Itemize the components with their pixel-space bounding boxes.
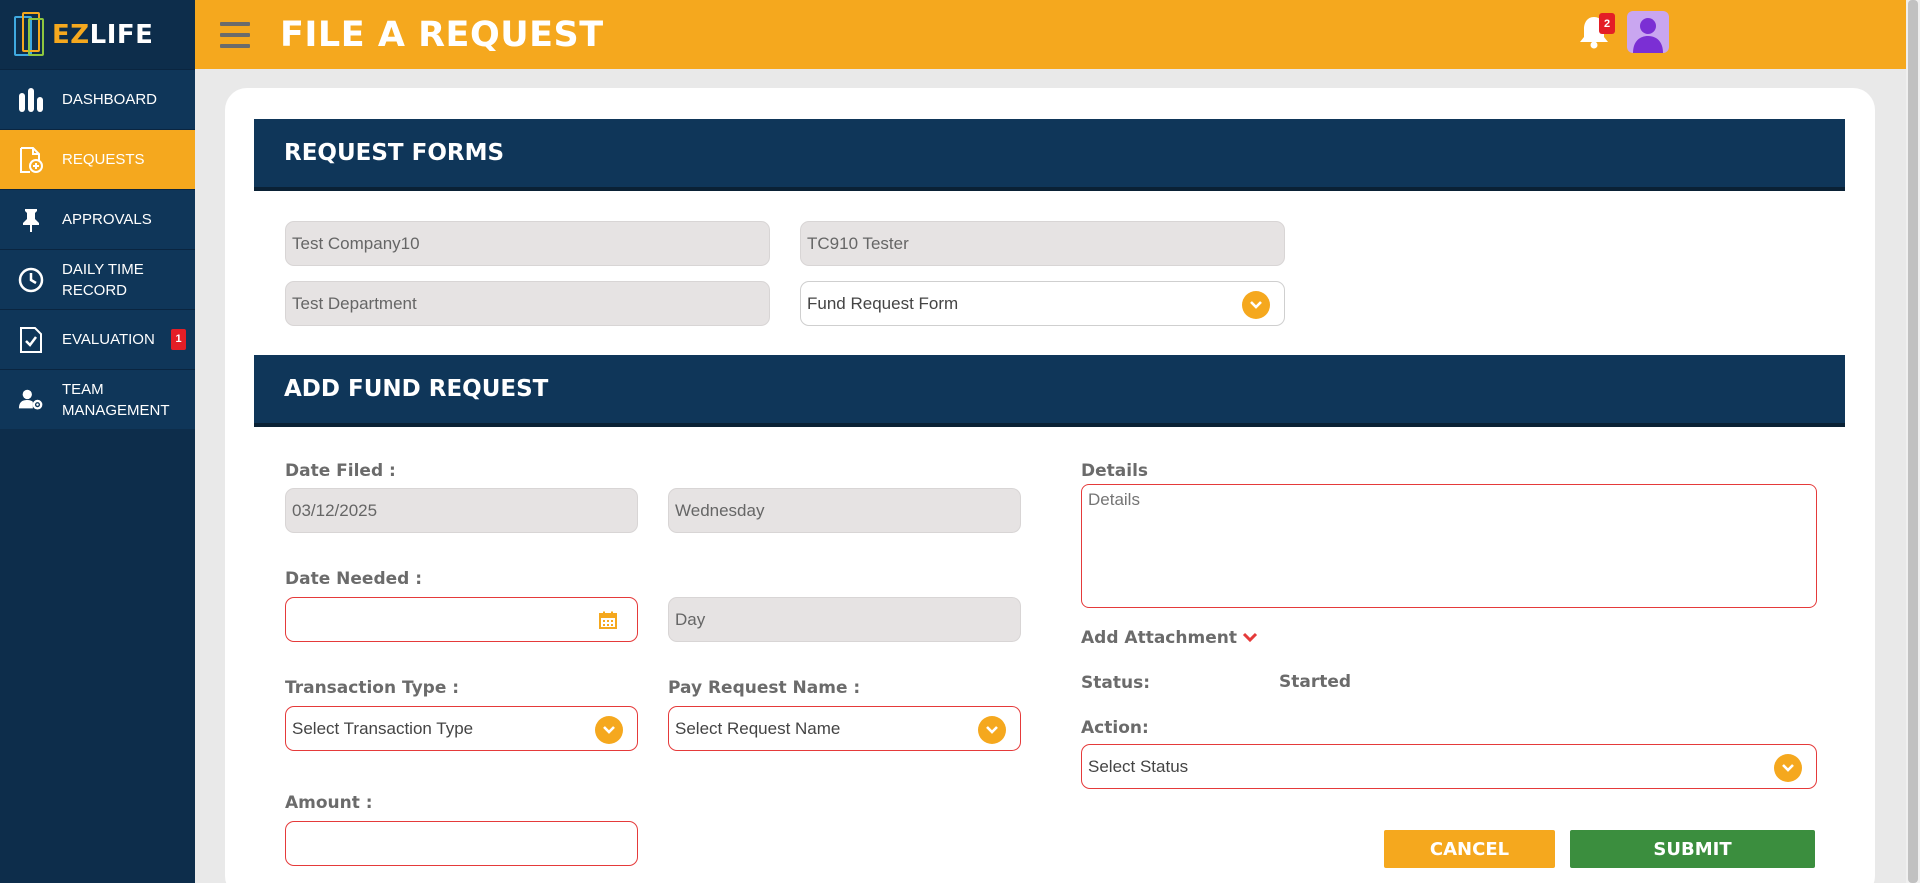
request-form-card: REQUEST FORMS Test Company10 TC910 Teste… [225, 88, 1875, 883]
date-needed-label: Date Needed : [285, 569, 423, 589]
evaluation-badge: 1 [171, 329, 186, 350]
form-type-value: Fund Request Form [807, 293, 959, 313]
page-title: FILE A REQUEST [280, 14, 604, 55]
clock-icon [18, 266, 44, 294]
date-needed-day-field: Day [668, 597, 1021, 642]
sidebar-item-team-management[interactable]: Team Management [0, 369, 195, 429]
form-type-select[interactable]: Fund Request Form [800, 281, 1285, 326]
status-label: Status: [1081, 673, 1150, 693]
sidebar-item-label: Daily Time Record [62, 260, 144, 299]
transaction-type-label: Transaction Type : [285, 678, 460, 698]
chevron-down-icon [978, 716, 1006, 744]
status-value: Started [1279, 672, 1352, 692]
scrollbar-thumb[interactable] [1908, 0, 1918, 883]
sidebar-item-dashboard[interactable]: Dashboard [0, 69, 195, 129]
logo-text: EZLIFE [52, 19, 154, 50]
company-field: Test Company10 [285, 221, 770, 266]
sidebar-item-daily-time-record[interactable]: Daily Time Record [0, 249, 195, 309]
action-placeholder: Select Status [1088, 756, 1189, 776]
pay-request-name-select[interactable]: Select Request Name [668, 706, 1021, 751]
add-attachment-label: Add Attachment [1081, 628, 1237, 648]
add-fund-request-header: ADD FUND REQUEST [254, 355, 1845, 427]
chevron-down-icon [1774, 754, 1802, 782]
app-logo[interactable]: EZLIFE [0, 0, 195, 69]
sidebar-item-approvals[interactable]: Approvals [0, 189, 195, 249]
user-avatar[interactable] [1627, 11, 1669, 53]
user-gear-icon [18, 386, 44, 414]
sidebar-item-label: Approvals [62, 211, 152, 228]
sidebar-item-evaluation[interactable]: Evaluation 1 [0, 309, 195, 369]
document-add-icon [18, 146, 44, 174]
date-filed-label: Date Filed : [285, 461, 396, 481]
cancel-button[interactable]: CANCEL [1384, 830, 1555, 868]
chevron-down-icon [1242, 291, 1270, 319]
transaction-type-placeholder: Select Transaction Type [292, 718, 474, 738]
sidebar-item-requests[interactable]: Requests [0, 129, 195, 189]
action-status-select[interactable]: Select Status [1081, 744, 1817, 789]
date-filed-day-field: Wednesday [668, 488, 1021, 533]
add-attachment-toggle[interactable]: Add Attachment [1081, 628, 1258, 648]
sidebar-item-label: Evaluation [62, 331, 155, 348]
checklist-icon [18, 326, 44, 354]
chevron-down-icon [595, 716, 623, 744]
details-textarea[interactable] [1081, 484, 1817, 608]
sidebar-item-label: Team Management [62, 380, 170, 419]
submit-button[interactable]: SUBMIT [1570, 830, 1815, 868]
date-needed-input[interactable] [285, 597, 638, 642]
calendar-icon[interactable] [599, 611, 617, 634]
amount-label: Amount : [285, 793, 373, 813]
notification-count-badge: 2 [1599, 13, 1615, 34]
pin-icon [18, 206, 44, 234]
department-field: Test Department [285, 281, 770, 326]
pay-request-name-label: Pay Request Name : [668, 678, 861, 698]
employee-field: TC910 Tester [800, 221, 1285, 266]
chevron-down-icon [1242, 632, 1258, 644]
bar-chart-icon [18, 86, 44, 114]
amount-input[interactable] [285, 821, 638, 866]
sidebar: EZLIFE Dashboard Requests Approvals Dail… [0, 0, 195, 883]
transaction-type-select[interactable]: Select Transaction Type [285, 706, 638, 751]
date-filed-field: 03/12/2025 [285, 488, 638, 533]
logo-mark-icon [14, 10, 48, 60]
sidebar-item-label: Requests [62, 151, 145, 168]
request-forms-header: REQUEST FORMS [254, 119, 1845, 191]
menu-toggle-icon[interactable] [220, 21, 250, 48]
action-label: Action: [1081, 718, 1149, 738]
pay-request-name-placeholder: Select Request Name [675, 718, 841, 738]
sidebar-item-label: Dashboard [62, 91, 158, 108]
details-label: Details [1081, 461, 1149, 481]
